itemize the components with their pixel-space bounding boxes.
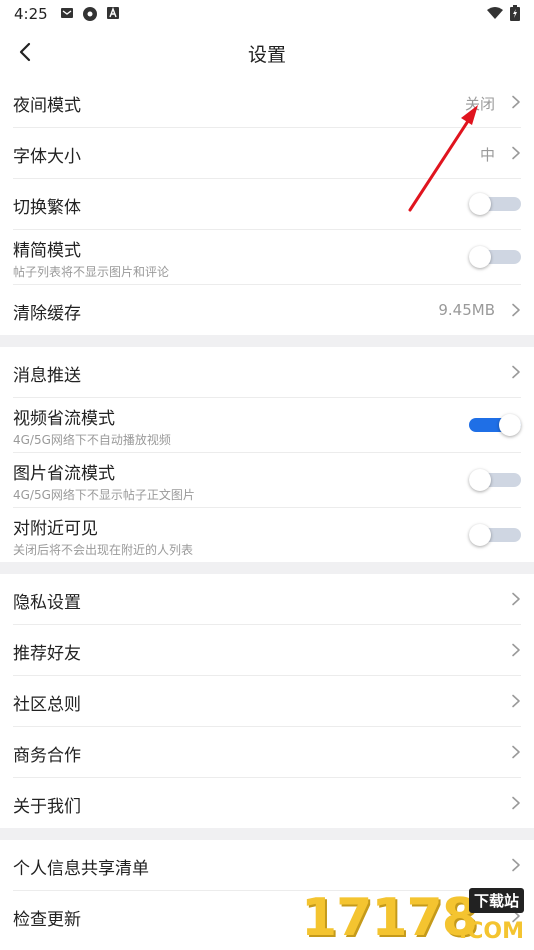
page-title: 设置 [247,44,286,66]
settings-row-label: 精简模式 [13,241,81,261]
settings-row[interactable]: 推荐好友 [13,625,521,676]
settings-row-description: 4G/5G网络下不自动播放视频 [13,433,171,447]
settings-row-label: 图片省流模式 [13,464,115,484]
settings-row[interactable]: 切换繁体 [13,179,521,230]
settings-row-label: 商务合作 [13,746,81,766]
settings-row-description: 4G/5G网络下不显示帖子正文图片 [13,488,195,502]
settings-row[interactable]: 消息推送 [13,347,521,398]
toggle-switch[interactable] [469,414,521,436]
battery-icon [510,5,520,21]
toggle-knob [469,193,491,215]
toggle-knob [469,246,491,268]
toggle-knob [469,469,491,491]
settings-row-label: 夜间模式 [13,96,81,116]
chevron-right-icon [512,745,520,759]
toggle-switch[interactable] [469,469,521,491]
settings-row[interactable]: 个人信息共享清单 [13,840,521,891]
settings-row-label: 隐私设置 [13,593,81,613]
settings-row-label: 社区总则 [13,695,81,715]
chevron-right-icon [512,303,520,317]
chevron-right-icon [512,365,520,379]
watermark-number: 17178 [301,888,478,948]
chevron-right-icon [512,146,520,160]
settings-row-label: 消息推送 [13,366,81,386]
settings-row-value: 9.45MB [438,301,495,319]
settings-row[interactable]: 精简模式帖子列表将不显示图片和评论 [13,230,521,285]
chevron-right-icon [512,643,520,657]
section-divider [0,562,534,574]
toggle-knob [499,414,521,436]
toggle-switch[interactable] [469,246,521,268]
settings-row-label: 推荐好友 [13,644,81,664]
app-notification-icon [83,7,97,21]
settings-row[interactable]: 夜间模式 关闭 [13,77,521,128]
settings-row[interactable]: 关于我们 [13,778,521,828]
settings-row[interactable]: 社区总则 [13,676,521,727]
status-time: 4:25 [14,5,48,23]
settings-row-label: 检查更新 [13,910,81,930]
chevron-right-icon [512,694,520,708]
chevron-right-icon [512,95,520,109]
chevron-right-icon [512,796,520,810]
settings-row[interactable]: 商务合作 [13,727,521,778]
toggle-switch[interactable] [469,524,521,546]
settings-row[interactable]: 视频省流模式 4G/5G网络下不自动播放视频 [13,398,521,453]
settings-row-label: 切换繁体 [13,198,81,218]
watermark-logo: 17178 下载站 .COM [301,888,526,948]
settings-row-label: 个人信息共享清单 [13,859,149,879]
toggle-knob [469,524,491,546]
section-divider [0,828,534,840]
chevron-right-icon [512,858,520,872]
settings-row-label: 对附近可见 [13,519,98,539]
watermark-badge: 下载站 [468,888,524,913]
wifi-icon [487,7,503,19]
settings-row-value: 中 [479,146,495,164]
settings-row[interactable]: 对附近可见关闭后将不会出现在附近的人列表 [13,508,521,562]
settings-row-label: 字体大小 [13,147,81,167]
settings-row[interactable]: 隐私设置 [13,574,521,625]
nav-bar: 设置 [0,28,534,76]
status-bar: 4:25 [0,0,534,28]
settings-row-label: 清除缓存 [13,304,81,324]
settings-row[interactable]: 字体大小 中 [13,128,521,179]
a-notification-icon [107,7,119,19]
settings-list: 夜间模式 关闭字体大小 中切换繁体精简模式帖子列表将不显示图片和评论清除缓存 9.45… [0,77,534,941]
settings-row-description: 帖子列表将不显示图片和评论 [13,265,170,279]
settings-row[interactable]: 清除缓存 9.45MB [13,285,521,335]
settings-row-description: 关闭后将不会出现在附近的人列表 [13,543,194,557]
settings-row[interactable]: 图片省流模式 4G/5G网络下不显示帖子正文图片 [13,453,521,508]
watermark-suffix: .COM [458,919,524,944]
section-divider [0,335,534,347]
settings-row-value: 关闭 [464,95,495,113]
mail-notification-icon [61,8,73,18]
settings-row-label: 关于我们 [13,797,81,817]
settings-row-label: 视频省流模式 [13,409,115,429]
chevron-right-icon [512,592,520,606]
toggle-switch[interactable] [469,193,521,215]
